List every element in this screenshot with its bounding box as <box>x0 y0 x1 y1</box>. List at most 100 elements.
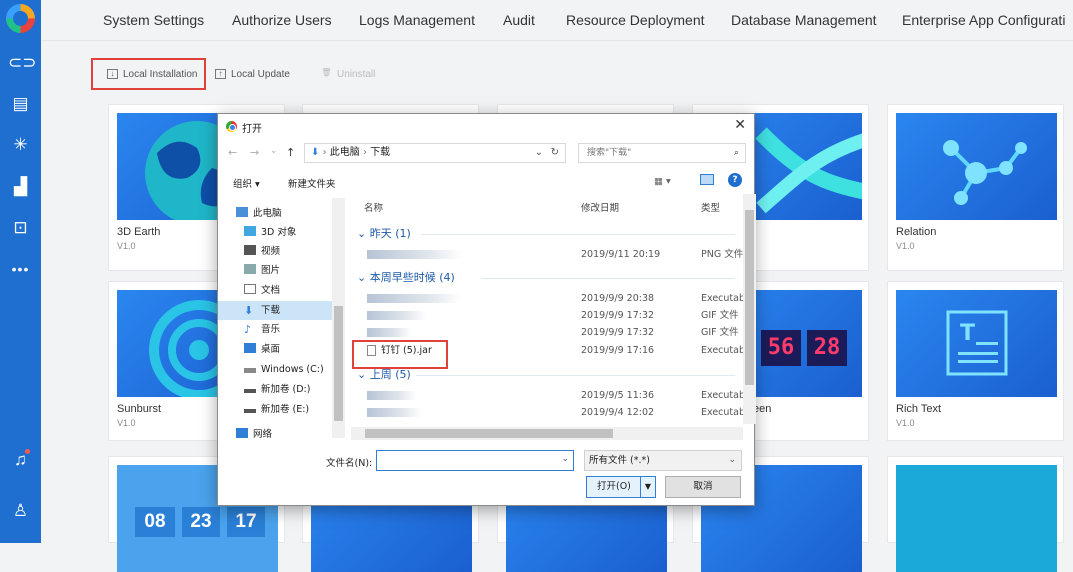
file-type: Executable <box>701 345 743 356</box>
column-name[interactable]: 名称 <box>364 200 383 214</box>
nav-3d-objects[interactable]: 3D 对象 <box>218 223 332 242</box>
nav-resource-deployment[interactable]: Resource Deployment <box>566 12 705 28</box>
chevron-down-icon: ⌄ <box>728 455 736 465</box>
new-folder-button[interactable]: 新建文件夹 <box>288 176 336 190</box>
view-options-icon[interactable]: ▦ ▾ <box>654 176 671 187</box>
filename-input[interactable]: ⌄ <box>376 450 574 471</box>
back-arrow-icon[interactable]: ← <box>228 146 237 159</box>
bell-icon[interactable]: ♫ <box>8 449 33 471</box>
local-installation-button[interactable]: ↓ Local Installation <box>91 58 206 90</box>
nav-music[interactable]: ♪ 音乐 <box>218 320 332 339</box>
nav-downloads[interactable]: ⬇ 下载 <box>218 301 332 320</box>
nav-logs-management[interactable]: Logs Management <box>359 12 475 28</box>
forward-arrow-icon[interactable]: → <box>250 146 259 159</box>
top-nav: System Settings Authorize Users Logs Man… <box>41 0 1073 41</box>
component-card[interactable]: T Rich Text V1.0 <box>887 281 1064 441</box>
network-icon[interactable]: ✳ <box>8 134 33 156</box>
filetype-select[interactable]: 所有文件 (*.*) ⌄ <box>584 450 742 471</box>
open-button[interactable]: 打开(O) ▼ <box>586 476 656 498</box>
card-name: Sunburst <box>117 403 162 415</box>
network-icon <box>236 428 248 438</box>
more-icon[interactable]: ••• <box>8 258 33 280</box>
nav-videos[interactable]: 视频 <box>218 242 332 261</box>
file-row[interactable]: 2019/9/4 12:02 Executable <box>351 404 743 421</box>
nav-authorize-users[interactable]: Authorize Users <box>232 12 332 28</box>
navpane-scrollbar[interactable] <box>332 198 345 438</box>
file-row[interactable]: 2019/9/9 17:32 GIF 文件 <box>351 307 743 324</box>
group-earlier-this-week[interactable]: ⌄ 本周早些时候 (4) <box>357 269 455 285</box>
card-version: V1.0 <box>117 418 136 428</box>
nav-audit[interactable]: Audit <box>503 12 535 28</box>
preview-pane-icon[interactable] <box>700 174 714 185</box>
trash-icon: 🗑 <box>321 68 332 77</box>
file-row[interactable]: 2019/9/5 11:36 Executable <box>351 387 743 404</box>
card-name: Rich Text <box>896 403 942 415</box>
file-date: 2019/9/9 20:38 <box>581 293 655 304</box>
recent-chevron-icon[interactable]: ⌄ <box>270 146 278 156</box>
navigation-pane: 此电脑 3D 对象 视频 图片 文档 ⬇ 下载 ♪ 音乐 桌面 Windows (C… <box>218 194 346 444</box>
command-bar: 组织 ▾ 新建文件夹 ▦ ▾ ? <box>218 170 754 194</box>
list-icon[interactable]: ▤ <box>8 93 33 115</box>
close-icon[interactable]: ✕ <box>734 117 746 133</box>
group-divider <box>421 234 735 235</box>
open-dropdown-icon[interactable]: ▼ <box>640 477 655 497</box>
nav-pictures[interactable]: 图片 <box>218 261 332 280</box>
card-version: V1.0 <box>896 241 915 251</box>
scrollbar-thumb[interactable] <box>365 429 613 438</box>
cancel-button[interactable]: 取消 <box>665 476 741 498</box>
user-icon[interactable]: ♙ <box>8 500 33 522</box>
presentation-icon[interactable]: ⊡ <box>8 217 33 239</box>
filelist-vscrollbar[interactable] <box>743 194 756 424</box>
filelist-hscrollbar[interactable] <box>351 427 743 440</box>
nav-network[interactable]: 网络 <box>218 425 332 444</box>
scrollbar-thumb[interactable] <box>334 306 343 421</box>
link-icon[interactable]: ⊂⊃ <box>8 52 37 74</box>
nav-drive-e[interactable]: 新加卷 (E:) <box>218 400 332 419</box>
help-icon[interactable]: ? <box>728 173 742 187</box>
svg-text:T: T <box>960 321 975 346</box>
file-date: 2019/9/11 20:19 <box>581 249 661 260</box>
nav-desktop[interactable]: 桌面 <box>218 340 332 359</box>
bar-chart-icon[interactable]: ▟ <box>8 176 33 198</box>
path-box[interactable]: ⬇ › 此电脑 › 下载 ⌄ ↻ <box>304 143 566 163</box>
refresh-icon[interactable]: ↻ <box>551 144 559 162</box>
drive-icon <box>244 389 256 393</box>
file-row[interactable]: 2019/9/11 20:19 PNG 文件 <box>351 246 743 263</box>
nav-drive-d[interactable]: 新加卷 (D:) <box>218 380 332 399</box>
nav-drive-c[interactable]: Windows (C:) <box>218 360 332 379</box>
up-arrow-icon[interactable]: ↑ <box>286 146 295 159</box>
path-dropdown-icon[interactable]: ⌄ <box>535 144 543 162</box>
component-card[interactable] <box>887 456 1064 572</box>
uninstall-button[interactable]: 🗑 Uninstall <box>321 58 375 90</box>
file-row[interactable]: 2019/9/9 17:32 GIF 文件 <box>351 324 743 341</box>
search-placeholder: 搜索"下载" <box>587 148 632 158</box>
breadcrumb-this-pc[interactable]: 此电脑 <box>330 147 360 158</box>
app-logo[interactable] <box>6 4 35 33</box>
open-button-label: 打开(O) <box>597 481 631 492</box>
card-version: V1.0 <box>896 418 915 428</box>
column-type[interactable]: 类型 <box>701 200 720 214</box>
nav-system-settings[interactable]: System Settings <box>103 12 204 28</box>
component-card[interactable]: Relation V1.0 <box>887 104 1064 271</box>
local-update-label: Local Update <box>231 68 290 80</box>
nav-enterprise-app-config[interactable]: Enterprise App Configurati <box>902 12 1065 28</box>
column-date[interactable]: 修改日期 <box>581 200 619 214</box>
filename-label: 文件名(N): <box>326 458 373 469</box>
local-update-button[interactable]: ↑ Local Update <box>215 58 290 90</box>
search-input[interactable]: 搜索"下载" ⌕ <box>578 143 746 163</box>
highlight-annotation <box>352 340 448 369</box>
notification-dot <box>25 449 30 454</box>
scrollbar-thumb[interactable] <box>745 210 754 385</box>
chevron-down-icon[interactable]: ⌄ <box>561 454 569 464</box>
group-divider <box>481 278 735 279</box>
nav-this-pc[interactable]: 此电脑 <box>218 204 332 223</box>
nav-documents[interactable]: 文档 <box>218 281 332 300</box>
file-row[interactable]: 2019/9/9 20:38 Executable <box>351 290 743 307</box>
breadcrumb-downloads[interactable]: 下载 <box>370 147 390 158</box>
molecule-icon <box>943 140 1027 205</box>
group-yesterday[interactable]: ⌄ 昨天 (1) <box>357 225 411 241</box>
nav-database-management[interactable]: Database Management <box>731 12 877 28</box>
organize-menu[interactable]: 组织 ▾ <box>233 176 260 190</box>
card-thumbnail: T <box>896 290 1057 397</box>
file-type: GIF 文件 <box>701 327 739 338</box>
